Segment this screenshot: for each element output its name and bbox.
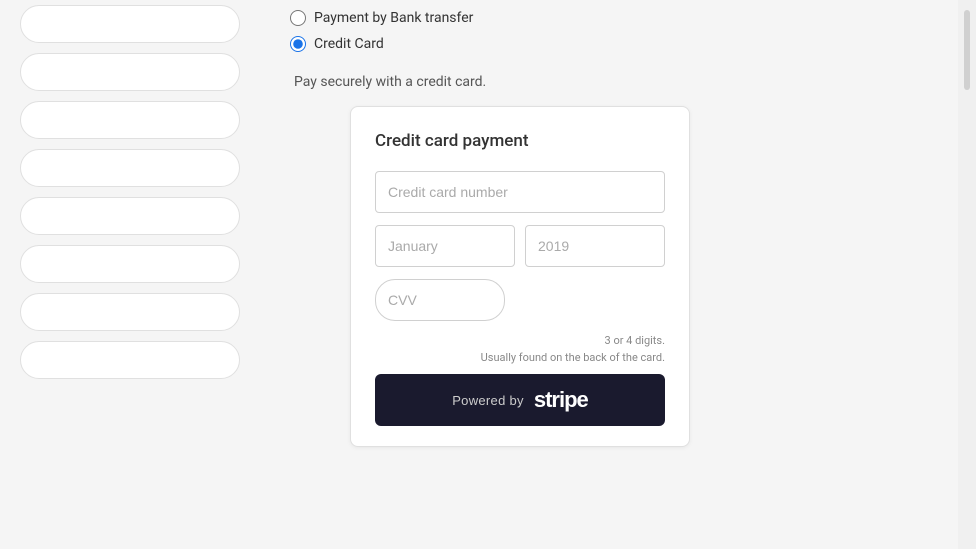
scrollbar-track[interactable] xyxy=(964,10,970,90)
right-scrollbar-panel xyxy=(958,0,976,549)
credit-card-title: Credit card payment xyxy=(375,131,665,151)
credit-card-radio[interactable] xyxy=(290,36,306,52)
sidebar-item-8[interactable] xyxy=(20,341,240,379)
sidebar xyxy=(0,0,260,549)
cvv-hint: 3 or 4 digits. Usually found on the back… xyxy=(375,333,665,366)
stripe-pay-button[interactable]: Powered by stripe xyxy=(375,374,665,426)
expiry-month-input[interactable] xyxy=(375,225,515,267)
sidebar-item-5[interactable] xyxy=(20,197,240,235)
bank-transfer-option[interactable]: Payment by Bank transfer xyxy=(290,10,928,26)
sidebar-item-2[interactable] xyxy=(20,53,240,91)
credit-card-label: Credit Card xyxy=(314,36,384,52)
cvv-group xyxy=(375,279,665,321)
expiry-year-input[interactable] xyxy=(525,225,665,267)
bank-transfer-radio[interactable] xyxy=(290,10,306,26)
payment-options: Payment by Bank transfer Credit Card xyxy=(290,10,928,62)
stripe-logo: stripe xyxy=(534,387,588,413)
sidebar-item-1[interactable] xyxy=(20,5,240,43)
credit-card-card: Credit card payment 3 or 4 digits. Usual… xyxy=(350,106,690,447)
payment-description: Pay securely with a credit card. xyxy=(294,74,928,90)
expiry-row xyxy=(375,225,665,267)
card-number-group xyxy=(375,171,665,213)
sidebar-item-7[interactable] xyxy=(20,293,240,331)
powered-by-text: Powered by xyxy=(452,393,524,408)
bank-transfer-label: Payment by Bank transfer xyxy=(314,10,473,26)
credit-card-option[interactable]: Credit Card xyxy=(290,36,928,52)
cvv-input[interactable] xyxy=(375,279,505,321)
main-content: Payment by Bank transfer Credit Card Pay… xyxy=(260,0,958,549)
card-number-input[interactable] xyxy=(375,171,665,213)
sidebar-item-6[interactable] xyxy=(20,245,240,283)
sidebar-item-3[interactable] xyxy=(20,101,240,139)
sidebar-item-4[interactable] xyxy=(20,149,240,187)
